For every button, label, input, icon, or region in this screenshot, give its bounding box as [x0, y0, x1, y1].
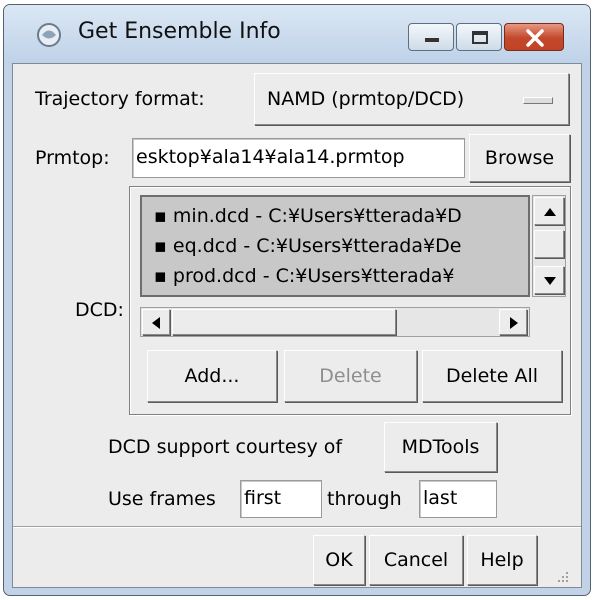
list-item-label: eq.dcd - C:¥Users¥tterada¥De — [172, 235, 462, 257]
dcd-file-list[interactable]: ▪ min.dcd - C:¥Users¥tterada¥D ▪ eq.dcd … — [140, 195, 530, 297]
cancel-button[interactable]: Cancel — [369, 535, 463, 585]
prmtop-field[interactable]: esktop¥ala14¥ala14.prmtop — [132, 138, 465, 178]
scroll-thumb-horizontal[interactable] — [172, 309, 396, 335]
window-title: Get Ensemble Info — [78, 19, 281, 44]
close-button[interactable] — [504, 23, 564, 51]
delete-all-button[interactable]: Delete All — [422, 350, 562, 402]
add-button[interactable]: Add... — [147, 350, 277, 402]
bullet-icon: ▪ — [154, 235, 173, 257]
minimize-button[interactable] — [408, 23, 454, 51]
first-frame-field[interactable]: first — [240, 480, 322, 518]
mdtools-button[interactable]: MDTools — [384, 422, 497, 472]
through-label: through — [327, 488, 402, 510]
app-icon — [37, 23, 61, 47]
delete-button[interactable]: Delete — [284, 350, 417, 402]
minimize-icon — [425, 38, 439, 42]
arrow-up-icon — [544, 208, 556, 216]
trajectory-format-label: Trajectory format: — [35, 88, 205, 110]
help-button[interactable]: Help — [467, 535, 537, 585]
scroll-thumb[interactable] — [534, 230, 564, 258]
scroll-up-button[interactable] — [534, 197, 564, 225]
title-bar[interactable]: Get Ensemble Info — [4, 5, 590, 63]
list-item-label: prod.dcd - C:¥Users¥tterada¥ — [172, 265, 455, 287]
scroll-right-button[interactable] — [499, 309, 527, 335]
courtesy-text: DCD support courtesy of — [108, 436, 343, 458]
arrow-left-icon — [152, 317, 160, 329]
bullet-icon: ▪ — [154, 205, 173, 227]
scroll-left-button[interactable] — [142, 309, 170, 335]
button-separator — [13, 526, 581, 528]
resize-grip-icon[interactable] — [556, 570, 570, 584]
scroll-down-button[interactable] — [534, 266, 564, 294]
prmtop-label: Prmtop: — [35, 147, 110, 169]
last-frame-field[interactable]: last — [419, 480, 497, 518]
close-icon — [526, 29, 544, 47]
vertical-scrollbar[interactable] — [532, 195, 566, 297]
menu-indicator-icon — [523, 97, 553, 104]
list-item[interactable]: ▪ min.dcd - C:¥Users¥tterada¥D — [154, 205, 462, 227]
trajectory-format-menu[interactable]: NAMD (prmtop/DCD) — [254, 73, 569, 125]
list-item-label: min.dcd - C:¥Users¥tterada¥D — [172, 205, 462, 227]
bullet-icon: ▪ — [154, 265, 173, 287]
list-item[interactable]: ▪ prod.dcd - C:¥Users¥tterada¥ — [154, 265, 455, 287]
trajectory-format-value: NAMD (prmtop/DCD) — [267, 88, 465, 110]
arrow-right-icon — [510, 317, 518, 329]
maximize-icon — [472, 31, 488, 44]
use-frames-label: Use frames — [108, 488, 216, 510]
maximize-button[interactable] — [456, 23, 502, 51]
arrow-down-icon — [544, 277, 556, 285]
dcd-label: DCD: — [75, 299, 124, 321]
ok-button[interactable]: OK — [313, 535, 365, 585]
browse-button[interactable]: Browse — [469, 134, 570, 182]
horizontal-scrollbar[interactable] — [140, 307, 530, 337]
list-item[interactable]: ▪ eq.dcd - C:¥Users¥tterada¥De — [154, 235, 461, 257]
